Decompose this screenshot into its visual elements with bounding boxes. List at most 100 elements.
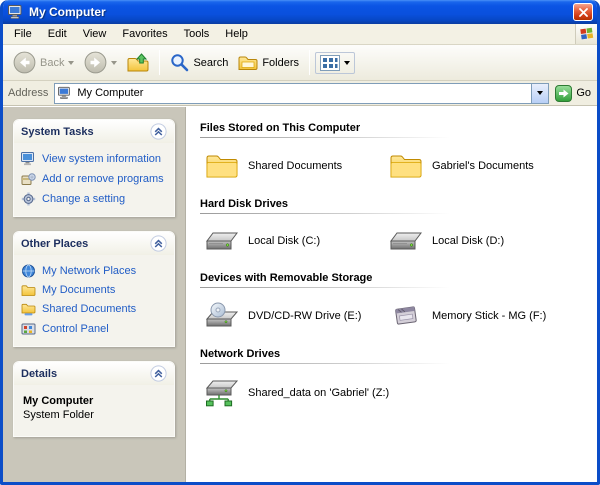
details-panel: Details My Computer System Folder [13,361,175,437]
go-button[interactable]: Go [555,85,591,102]
back-button[interactable]: Back [8,48,79,77]
task-label: Add or remove programs [42,173,164,186]
section-divider [200,287,450,288]
forward-button[interactable] [79,48,122,77]
windows-flag-icon [575,24,597,44]
details-body: My Computer System Folder [14,385,174,436]
item-memory-stick-f[interactable]: Memory Stick - MG (F:) [388,302,597,330]
other-places-panel: Other Places [13,231,175,347]
task-change-a-setting[interactable]: Change a setting [18,189,170,209]
folder-icon [21,284,36,297]
system-tasks-header[interactable]: System Tasks [14,120,174,143]
views-grid-icon [320,55,340,71]
link-control-panel[interactable]: Control Panel [18,319,170,339]
my-computer-window: My Computer File Edit View Favorites Too… [0,0,600,485]
system-info-icon [21,152,36,166]
forward-dropdown-icon [111,61,117,65]
panel-title: Details [21,368,57,380]
search-label: Search [193,57,228,69]
menu-file[interactable]: File [6,26,40,42]
toolbar-separator [309,50,310,75]
folder-up-icon [127,53,149,73]
network-drive-icon [204,378,240,408]
network-places-icon [21,264,36,278]
item-label: Shared Documents [248,160,342,172]
item-local-disk-c[interactable]: Local Disk (C:) [204,228,384,254]
back-circle-arrow-icon [13,51,36,74]
folders-label: Folders [262,57,299,69]
link-my-documents[interactable]: My Documents [18,281,170,300]
back-label: Back [40,57,64,69]
hard-disk-icon [204,228,240,254]
address-label: Address [8,87,48,99]
up-button[interactable] [122,50,154,76]
window-body: System Tasks [3,106,597,482]
panel-title: System Tasks [21,126,94,138]
control-panel-icon [21,322,36,336]
change-setting-icon [21,192,36,206]
item-label: Memory Stick - MG (F:) [432,310,546,322]
toolbar-separator [159,50,160,75]
menu-bar: File Edit View Favorites Tools Help [3,24,597,45]
window-title: My Computer [29,5,573,19]
search-button[interactable]: Search [165,50,233,75]
section-files-stored: Files Stored on This Computer Shared Doc… [200,122,597,196]
folder-content-view: Files Stored on This Computer Shared Doc… [185,107,597,482]
menu-view[interactable]: View [75,26,115,42]
section-title: Hard Disk Drives [200,198,597,210]
link-shared-documents[interactable]: Shared Documents [18,300,170,319]
details-item-name: My Computer [18,391,170,407]
address-dropdown-button[interactable] [531,84,548,103]
section-title: Network Drives [200,348,597,360]
task-view-system-information[interactable]: View system information [18,149,170,169]
chevron-up-icon[interactable] [150,123,167,140]
item-label: Shared_data on 'Gabriel' (Z:) [248,387,389,399]
address-bar: Address My Computer [3,81,597,106]
task-add-or-remove-programs[interactable]: Add or remove programs [18,169,170,189]
dvd-drive-icon [204,302,240,330]
task-label: Control Panel [42,323,109,336]
details-header[interactable]: Details [14,362,174,385]
my-computer-icon [58,86,72,100]
folder-icon [204,152,240,180]
item-shared-documents[interactable]: Shared Documents [204,152,384,180]
title-bar[interactable]: My Computer [3,0,597,24]
task-label: Shared Documents [42,303,136,316]
my-computer-icon [8,4,24,20]
menu-edit[interactable]: Edit [40,26,75,42]
menu-help[interactable]: Help [217,26,256,42]
close-button[interactable] [573,3,593,21]
go-arrow-icon [555,85,572,102]
section-divider [200,363,450,364]
task-label: My Documents [42,284,115,297]
shared-folder-icon [21,303,36,316]
folders-button[interactable]: Folders [233,51,304,74]
forward-circle-arrow-icon [84,51,107,74]
system-tasks-panel: System Tasks [13,119,175,217]
views-dropdown-icon [344,61,350,65]
address-combo[interactable]: My Computer [54,83,549,104]
chevron-down-icon [537,91,543,95]
magnifier-icon [170,53,189,72]
link-my-network-places[interactable]: My Network Places [18,261,170,281]
details-item-type: System Folder [18,407,170,429]
views-button[interactable] [315,52,355,74]
item-local-disk-d[interactable]: Local Disk (D:) [388,228,597,254]
section-divider [200,137,450,138]
item-label: Local Disk (C:) [248,235,320,247]
item-gabriels-documents[interactable]: Gabriel's Documents [388,152,597,180]
menu-favorites[interactable]: Favorites [114,26,175,42]
chevron-up-icon[interactable] [150,235,167,252]
item-shared-data-z[interactable]: Shared_data on 'Gabriel' (Z:) [204,378,384,408]
menu-tools[interactable]: Tools [176,26,218,42]
item-label: Gabriel's Documents [432,160,534,172]
task-label: View system information [42,153,161,166]
folder-icon [388,152,424,180]
close-icon [579,8,588,17]
other-places-header[interactable]: Other Places [14,232,174,255]
chevron-up-icon[interactable] [150,365,167,382]
hard-disk-icon [388,228,424,254]
item-dvd-cdrw-drive-e[interactable]: DVD/CD-RW Drive (E:) [204,302,384,330]
section-removable-storage: Devices with Removable Storage [200,272,597,346]
section-hard-disk-drives: Hard Disk Drives Local Disk (C:) [200,198,597,270]
